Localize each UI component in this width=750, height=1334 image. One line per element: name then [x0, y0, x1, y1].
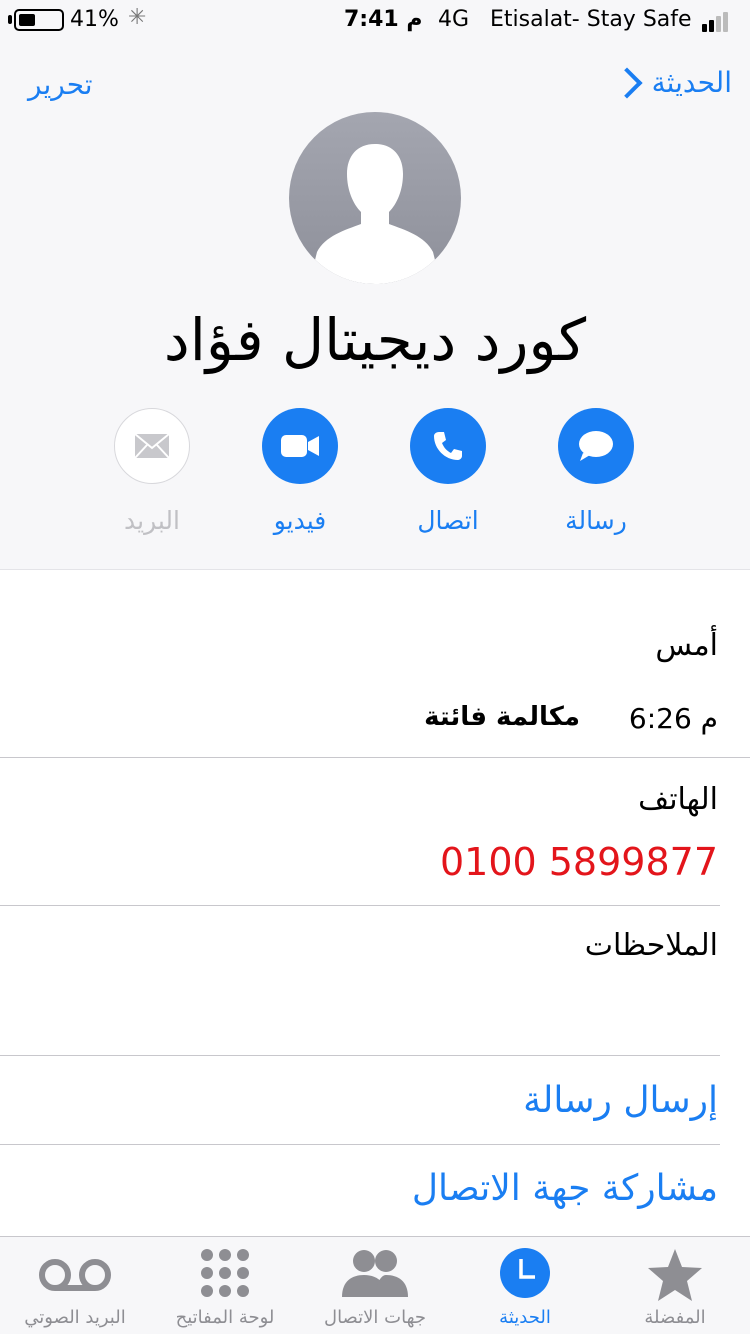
tab-contacts-label: جهات الاتصال — [323, 1307, 427, 1328]
divider — [0, 757, 750, 758]
back-button[interactable]: الحديثة — [602, 66, 732, 99]
signal-strength-icon — [702, 10, 738, 32]
activity-spinner-icon: ✳ — [128, 5, 147, 30]
message-icon[interactable] — [558, 408, 634, 484]
message-action[interactable]: رسالة — [541, 408, 651, 535]
back-label: الحديثة — [651, 66, 732, 99]
call-action-label: اتصال — [417, 506, 479, 535]
call-action[interactable]: اتصال — [393, 408, 503, 535]
message-action-label: رسالة — [565, 506, 627, 535]
battery-percent: 41% — [70, 7, 119, 32]
phone-number[interactable]: 0100 5899877 — [440, 840, 718, 884]
status-time: 7:41 م — [344, 7, 423, 32]
recent-call-type: مكالمة فائتة — [424, 702, 580, 732]
status-bar: 41% ✳ 7:41 م 4G Etisalat- Stay Safe — [0, 0, 750, 40]
network-type: 4G — [438, 7, 470, 32]
tab-keypad[interactable]: لوحة المفاتيح — [150, 1237, 300, 1334]
tab-recents[interactable]: الحديثة — [450, 1237, 600, 1334]
notes-label: الملاحظات — [584, 928, 718, 963]
person-silhouette-icon — [309, 144, 441, 284]
battery-fill — [19, 14, 35, 26]
share-contact-link[interactable]: مشاركة جهة الاتصال — [412, 1168, 718, 1209]
avatar — [289, 112, 461, 284]
contact-header: الحديثة تحرير كورد ديجيتال فؤاد رسالة ات… — [0, 40, 750, 570]
mail-icon[interactable] — [114, 408, 190, 484]
mail-action[interactable]: البريد — [97, 408, 207, 535]
phone-icon[interactable] — [410, 408, 486, 484]
contacts-icon — [342, 1250, 408, 1297]
edit-button[interactable]: تحرير — [28, 68, 93, 101]
tab-favorites[interactable]: المفضلة — [600, 1237, 750, 1334]
recent-day: أمس — [655, 628, 718, 663]
carrier-name: Etisalat- Stay Safe — [490, 7, 692, 32]
tab-favorites-label: المفضلة — [644, 1307, 706, 1328]
phone-label: الهاتف — [638, 782, 718, 817]
tab-voicemail[interactable]: البريد الصوتي — [0, 1237, 150, 1334]
battery-icon — [14, 9, 64, 31]
video-action[interactable]: فيديو — [245, 408, 355, 535]
tab-contacts[interactable]: جهات الاتصال — [300, 1237, 450, 1334]
contact-name: كورد ديجيتال فؤاد — [163, 306, 587, 374]
mail-action-label: البريد — [124, 506, 180, 535]
recent-call-time: 6:26 م — [628, 702, 718, 735]
video-action-label: فيديو — [273, 506, 327, 535]
tab-voicemail-label: البريد الصوتي — [24, 1307, 126, 1328]
send-message-link[interactable]: إرسال رسالة — [523, 1080, 718, 1121]
keypad-icon — [201, 1249, 249, 1297]
voicemail-icon — [39, 1259, 111, 1291]
tab-bar: المفضلة الحديثة جهات الاتصال لوحة المفات… — [0, 1236, 750, 1334]
divider — [0, 905, 720, 906]
chevron-left-icon — [611, 66, 643, 99]
video-icon[interactable] — [262, 408, 338, 484]
clock-icon — [500, 1248, 550, 1298]
divider — [0, 1055, 720, 1056]
star-icon — [648, 1249, 702, 1301]
tab-recents-label: الحديثة — [499, 1307, 551, 1328]
tab-keypad-label: لوحة المفاتيح — [175, 1307, 275, 1328]
divider — [0, 1144, 720, 1145]
battery-tip — [8, 15, 12, 24]
